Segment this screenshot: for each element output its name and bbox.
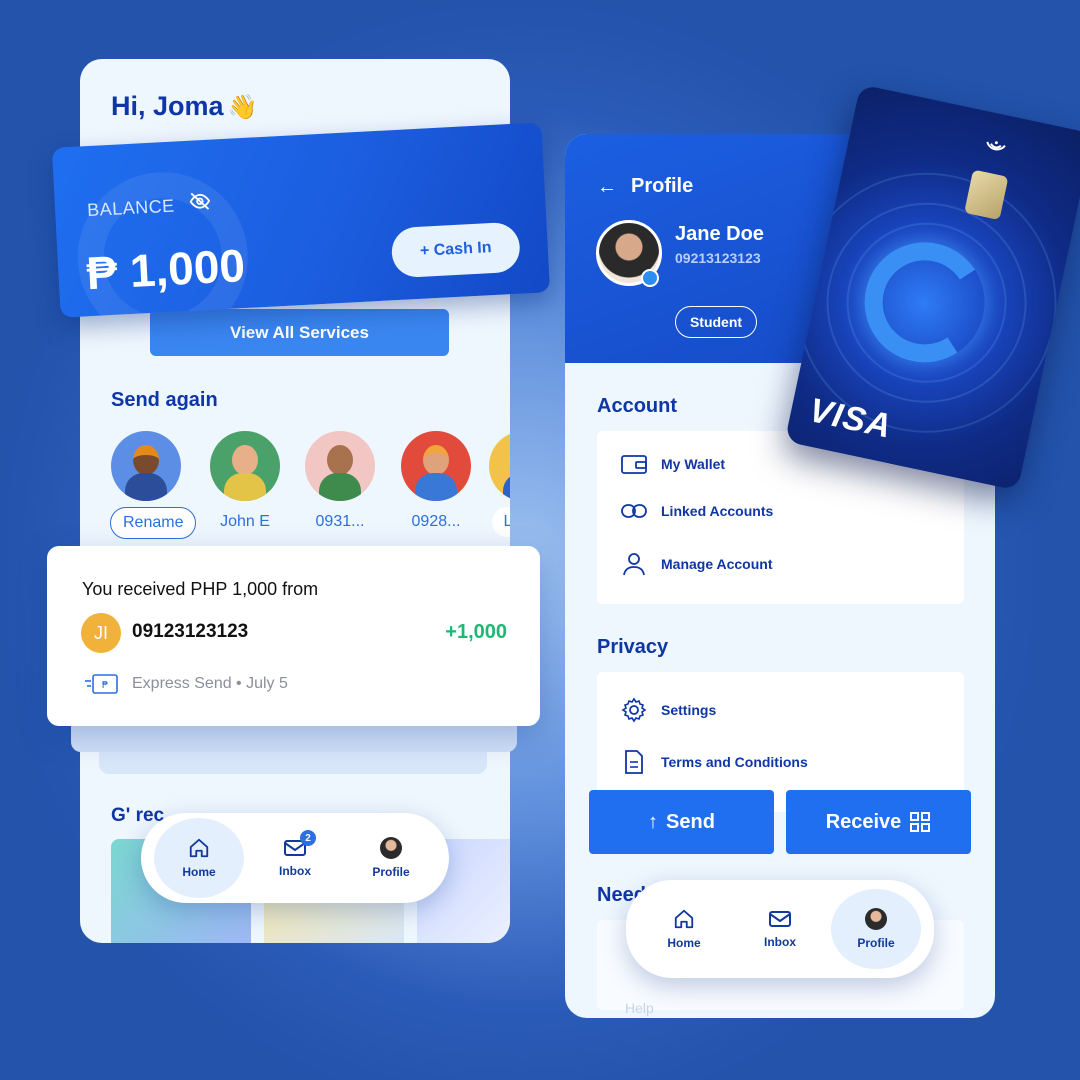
profile-avatar	[865, 908, 887, 930]
balance-amount: ₱ 1,000	[85, 239, 247, 300]
verified-badge-icon	[641, 269, 659, 287]
bottom-nav: Home Inbox Profile	[626, 880, 934, 978]
cash-in-button[interactable]: + Cash In	[390, 221, 521, 279]
receive-label: Receive	[825, 810, 902, 833]
qr-code-icon	[910, 812, 931, 832]
help-label: Help	[625, 1000, 654, 1016]
contact-avatar	[401, 431, 471, 501]
sender-avatar: JI	[81, 613, 121, 653]
inbox-icon	[769, 911, 791, 927]
document-icon	[625, 750, 643, 774]
account-section-title: Account	[597, 395, 677, 417]
notification-card[interactable]: You received PHP 1,000 from JI 091231231…	[47, 546, 540, 726]
list-item-terms[interactable]: Terms and Conditions	[621, 749, 808, 775]
list-item-label: My Wallet	[661, 456, 726, 472]
nav-label: Home	[182, 865, 216, 879]
contact-item[interactable]: Les E	[488, 431, 510, 537]
list-item-label: Linked Accounts	[661, 503, 774, 519]
send-again-title: Send again	[111, 389, 218, 411]
contact-name: Les E	[491, 507, 510, 537]
contact-item[interactable]: Rename	[110, 431, 197, 539]
bottom-nav: Home 2 Inbox Profile	[141, 813, 449, 903]
gear-icon	[621, 697, 647, 723]
wallet-icon	[621, 455, 647, 474]
list-item-label: Terms and Conditions	[661, 754, 808, 770]
user-phone: 09213123123	[675, 250, 761, 266]
list-item-settings[interactable]: Settings	[621, 697, 716, 723]
receive-button[interactable]: Receive	[786, 790, 971, 854]
sender-number: 09123123123	[132, 621, 249, 642]
home-icon	[674, 909, 694, 929]
list-item-label: Settings	[661, 702, 717, 718]
contact-avatar	[305, 431, 375, 501]
balance-card: BALANCE ₱ 1,000 + Cash In	[51, 122, 551, 318]
nav-label: Profile	[372, 865, 410, 879]
contact-name: 0931...	[315, 513, 365, 530]
inbox-badge: 2	[300, 830, 316, 846]
notification-title: You received PHP 1,000 from	[82, 579, 319, 599]
rename-button[interactable]: Rename	[110, 507, 197, 539]
profile-avatar	[380, 837, 402, 859]
contact-avatar	[210, 431, 280, 501]
nav-home[interactable]: Home	[639, 889, 729, 969]
express-send-icon: ₱	[85, 674, 118, 694]
svg-text:₱: ₱	[102, 680, 108, 691]
nav-inbox[interactable]: Inbox	[735, 889, 825, 969]
contact-name: John E	[220, 513, 270, 530]
transaction-meta: Express Send • July 5	[132, 675, 288, 692]
greeting: Hi, Joma 👋	[111, 91, 258, 121]
eye-off-icon[interactable]	[188, 190, 211, 213]
list-item-manage-account[interactable]: Manage Account	[621, 551, 773, 577]
contact-item[interactable]: 0931...	[304, 431, 376, 531]
list-item-linked-accounts[interactable]: Linked Accounts	[621, 503, 773, 519]
contact-name: 0928...	[411, 513, 461, 530]
user-icon	[623, 553, 645, 576]
student-tag: Student	[675, 306, 757, 338]
home-icon	[189, 838, 209, 858]
nav-label: Profile	[857, 936, 895, 950]
nav-label: Inbox	[279, 864, 311, 878]
received-amount: +1,000	[445, 621, 507, 643]
user-name: Jane Doe	[675, 223, 764, 245]
nav-label: Inbox	[764, 935, 796, 949]
nav-home[interactable]: Home	[154, 818, 244, 898]
nav-profile[interactable]: Profile	[831, 889, 921, 969]
send-label: Send	[666, 810, 715, 833]
nav-profile[interactable]: Profile	[346, 818, 436, 898]
contact-avatar	[111, 431, 181, 501]
back-arrow-icon[interactable]: ←	[597, 176, 617, 199]
send-button[interactable]: ↑ Send	[589, 790, 774, 854]
view-all-services-button[interactable]: View All Services	[150, 309, 449, 356]
contactless-icon	[986, 141, 1006, 151]
contact-item[interactable]: John E	[209, 431, 281, 531]
arrow-up-icon: ↑	[648, 810, 659, 833]
page-title: Profile	[631, 175, 694, 197]
privacy-section-title: Privacy	[597, 636, 669, 658]
link-icon	[621, 504, 647, 518]
contact-item[interactable]: 0928...	[400, 431, 472, 531]
nav-label: Home	[667, 936, 701, 950]
contact-avatar	[489, 431, 510, 501]
list-item-label: Manage Account	[661, 556, 773, 572]
list-item-my-wallet[interactable]: My Wallet	[621, 453, 725, 475]
wave-emoji: 👋	[227, 94, 258, 121]
nav-inbox[interactable]: 2 Inbox	[250, 818, 340, 898]
